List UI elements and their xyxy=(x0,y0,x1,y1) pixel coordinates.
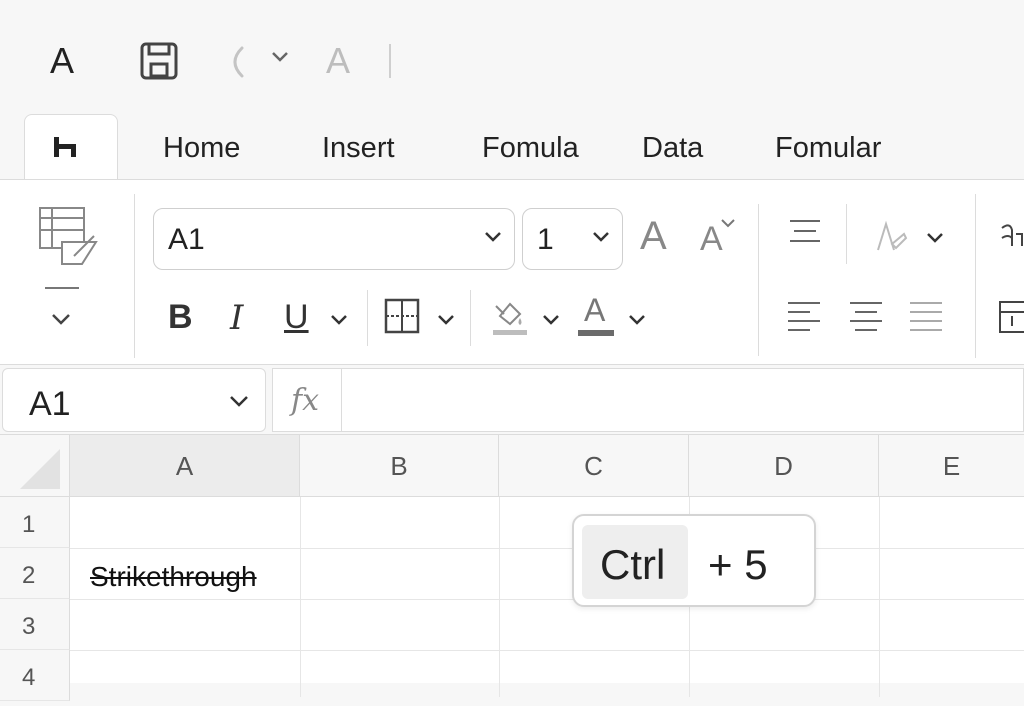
font-color-button[interactable]: A xyxy=(578,292,616,336)
font-size-select[interactable]: 1 xyxy=(522,208,623,270)
app-tab-icon xyxy=(52,135,82,159)
chevron-down-icon xyxy=(484,231,502,243)
font-color-letter: A xyxy=(584,292,606,328)
align-center-icon[interactable] xyxy=(848,300,884,334)
grow-font-button[interactable]: A xyxy=(640,214,667,259)
column-gridline xyxy=(499,497,500,697)
ctrl-key: Ctrl xyxy=(582,525,688,599)
column-header-d[interactable]: D xyxy=(689,435,879,497)
chevron-down-icon xyxy=(229,395,249,408)
undo-dropdown-icon[interactable] xyxy=(270,50,290,64)
column-header-e[interactable]: E xyxy=(879,435,1024,497)
chevron-down-icon[interactable] xyxy=(50,312,72,326)
format-icon[interactable]: A xyxy=(326,40,350,82)
ribbon-separator xyxy=(758,204,759,356)
align-right-icon[interactable] xyxy=(908,300,944,334)
column-gridline xyxy=(879,497,880,697)
quick-access-toolbar: A A xyxy=(0,0,1024,110)
ribbon-separator xyxy=(846,204,847,264)
row-header-2[interactable]: 2 xyxy=(0,548,70,599)
orientation-dropdown-icon[interactable] xyxy=(926,232,944,244)
row-gridline xyxy=(70,650,1024,651)
row-header-3[interactable]: 3 xyxy=(0,599,70,650)
align-top-icon[interactable] xyxy=(788,218,822,244)
undo-icon[interactable] xyxy=(224,45,248,79)
ribbon-separator xyxy=(367,290,368,346)
font-name-value: A1 xyxy=(168,223,205,256)
borders-dropdown-icon[interactable] xyxy=(437,314,455,326)
row-header-4[interactable]: 4 xyxy=(0,650,70,701)
italic-button[interactable]: I xyxy=(230,298,243,338)
shortcut-plus-key: + 5 xyxy=(708,541,768,588)
row-header-1[interactable]: 1 xyxy=(0,497,70,548)
tab-home[interactable]: Home xyxy=(163,132,240,165)
column-header-b[interactable]: B xyxy=(300,435,499,497)
orientation-icon[interactable] xyxy=(872,218,908,254)
tab-fomular[interactable]: Fomular xyxy=(775,132,881,165)
borders-icon[interactable] xyxy=(384,298,420,334)
tab-insert[interactable]: Insert xyxy=(322,132,395,165)
chevron-down-icon xyxy=(592,231,610,243)
tab-data[interactable]: Data xyxy=(642,132,703,165)
bold-button[interactable]: B xyxy=(168,298,193,337)
fill-color-icon[interactable] xyxy=(492,296,528,336)
ribbon: A1 1 A A B I U A xyxy=(0,179,1024,365)
fx-icon: fx xyxy=(291,383,320,418)
app-icon: A xyxy=(50,40,75,81)
column-gridline xyxy=(300,497,301,697)
cell-a2[interactable]: Strikethrough xyxy=(90,561,257,593)
column-header-a[interactable]: A xyxy=(70,435,300,497)
row-gridline xyxy=(70,599,1024,600)
column-header-c[interactable]: C xyxy=(499,435,689,497)
underline-dropdown-icon[interactable] xyxy=(330,314,348,326)
keyboard-shortcut-overlay: Ctrl + 5 xyxy=(572,514,816,607)
font-size-value: 1 xyxy=(537,223,554,256)
underline-button[interactable]: U xyxy=(284,298,309,337)
merge-cells-icon[interactable] xyxy=(998,300,1024,334)
select-all-corner[interactable] xyxy=(0,435,70,497)
name-box[interactable]: A1 xyxy=(2,368,266,432)
ribbon-separator xyxy=(975,194,976,358)
font-color-dropdown-icon[interactable] xyxy=(628,314,646,326)
align-left-icon[interactable] xyxy=(786,300,822,334)
ribbon-separator xyxy=(470,290,471,346)
formula-input[interactable] xyxy=(342,368,1024,432)
tab-app[interactable] xyxy=(24,114,118,184)
fill-color-dropdown-icon[interactable] xyxy=(542,314,560,326)
ribbon-underline xyxy=(45,287,79,289)
spreadsheet-grid: A B C D E 1 2 3 4 Strikethrough xyxy=(0,434,1024,701)
wrap-text-icon[interactable] xyxy=(998,220,1024,250)
font-name-select[interactable]: A1 xyxy=(153,208,515,270)
insert-function-button[interactable]: fx xyxy=(272,368,342,432)
tab-formula[interactable]: Fomula xyxy=(482,132,579,165)
row-gridline xyxy=(70,548,1024,549)
formula-bar: A1 fx xyxy=(0,366,1024,434)
ctrl-key-label: Ctrl xyxy=(600,541,666,588)
name-box-value: A1 xyxy=(29,385,71,423)
ribbon-separator xyxy=(134,194,135,358)
font-color-swatch xyxy=(578,330,614,336)
format-painter-icon[interactable] xyxy=(38,206,100,268)
save-icon[interactable] xyxy=(140,42,178,80)
toolbar-divider xyxy=(389,44,391,78)
caret-icon xyxy=(720,218,736,228)
